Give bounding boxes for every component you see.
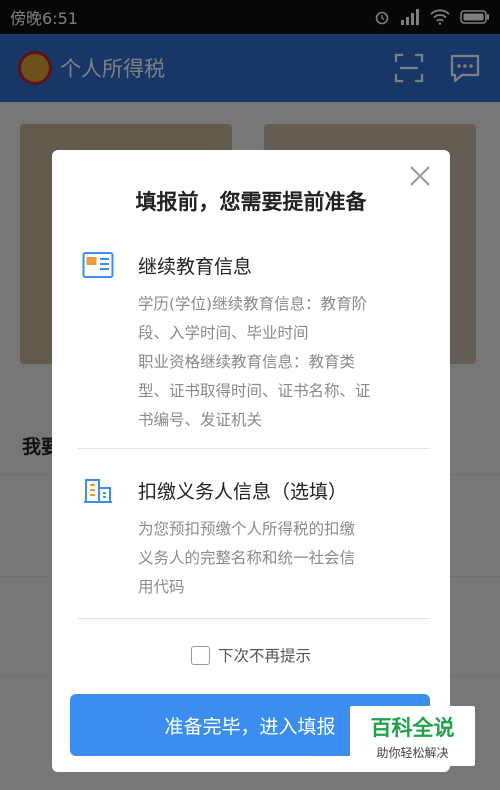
description-line: 学历(学位)继续教育信息：教育阶 bbox=[138, 295, 368, 313]
preparation-dialog: 填报前，您需要提前准备 继续教育信息 学历(学位)继续教育信息：教育阶 段、入学… bbox=[52, 150, 450, 772]
description-line: 书编号、发证机关 bbox=[138, 411, 263, 429]
divider bbox=[78, 448, 430, 449]
dont-show-again-label[interactable]: 下次不再提示 bbox=[218, 644, 311, 666]
dont-show-again-row[interactable]: 下次不再提示 bbox=[52, 644, 450, 666]
item-description: 为您预扣预缴个人所得税的扣缴 义务人的完整名称和统一社会信 用代码 bbox=[138, 515, 432, 602]
dont-show-again-checkbox[interactable] bbox=[190, 645, 210, 665]
dialog-title: 填报前，您需要提前准备 bbox=[135, 190, 367, 214]
item-label: 继续教育信息 bbox=[138, 255, 253, 278]
building-icon bbox=[84, 479, 112, 503]
watermark-logo: 百科全说 助你轻松解决 bbox=[350, 706, 475, 766]
watermark-subtitle: 助你轻松解决 bbox=[376, 745, 449, 760]
education-card-icon bbox=[82, 252, 114, 278]
withholding-agent-item: 扣缴义务人信息（选填） 为您预扣预缴个人所得税的扣缴 义务人的完整名称和统一社会… bbox=[82, 475, 432, 602]
description-line: 用代码 bbox=[138, 578, 185, 596]
description-line: 段、入学时间、毕业时间 bbox=[138, 324, 309, 342]
item-description: 学历(学位)继续教育信息：教育阶 段、入学时间、毕业时间 职业资格继续教育信息：… bbox=[138, 290, 432, 435]
description-line: 职业资格继续教育信息：教育类 bbox=[138, 353, 356, 371]
description-line: 型、证书取得时间、证书名称、证 bbox=[138, 382, 371, 400]
description-line: 为您预扣预缴个人所得税的扣缴 bbox=[138, 520, 356, 538]
item-label: 扣缴义务人信息（选填） bbox=[138, 480, 348, 503]
watermark-title: 百科全说 bbox=[370, 715, 455, 740]
close-icon[interactable] bbox=[408, 164, 432, 188]
description-line: 义务人的完整名称和统一社会信 bbox=[138, 549, 356, 567]
continuing-education-item: 继续教育信息 学历(学位)继续教育信息：教育阶 段、入学时间、毕业时间 职业资格… bbox=[82, 250, 432, 435]
divider bbox=[78, 618, 430, 619]
